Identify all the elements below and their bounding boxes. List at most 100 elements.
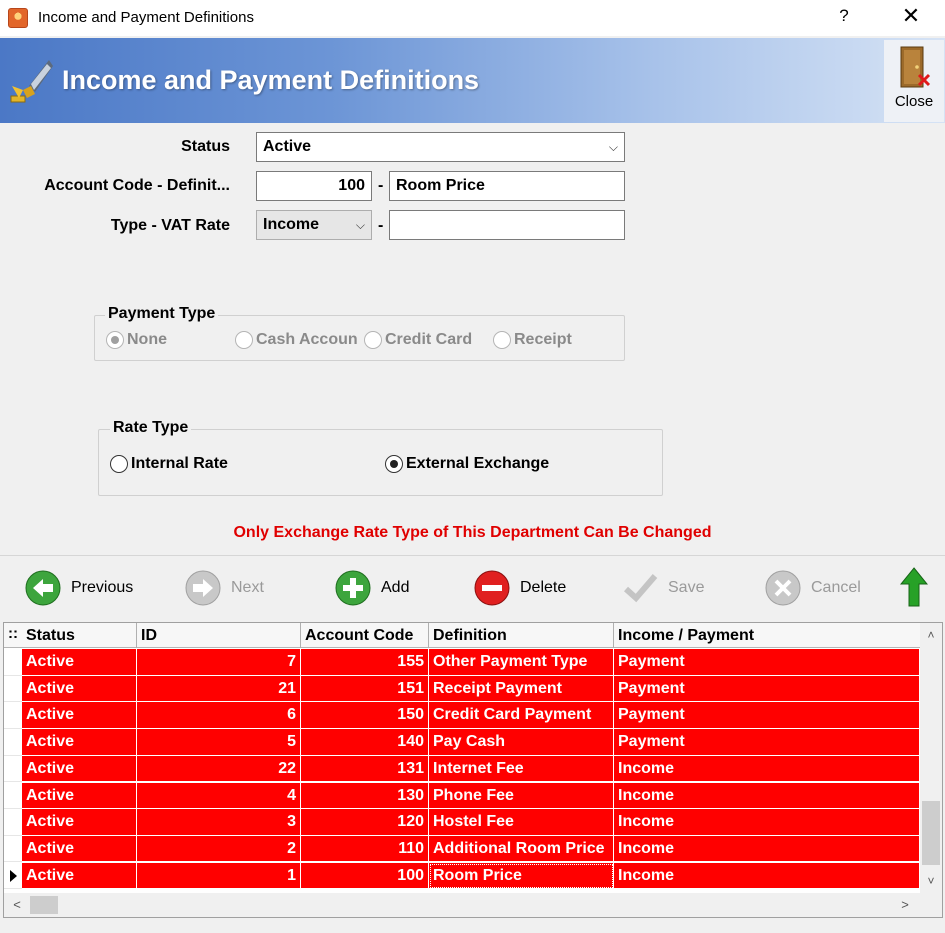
cell-id[interactable]: 22 <box>137 755 301 783</box>
payment-type-credit-card-radio[interactable]: Credit Card <box>364 331 472 349</box>
type-select[interactable]: Income ⌵ <box>256 210 372 240</box>
cell-id[interactable]: 21 <box>137 675 301 703</box>
column-header-status[interactable]: Status <box>22 623 137 648</box>
definition-input[interactable]: Room Price <box>389 171 625 201</box>
delete-button[interactable]: Delete <box>474 556 566 620</box>
next-button[interactable]: Next <box>185 556 264 620</box>
cell-account-code[interactable]: 155 <box>301 649 429 676</box>
cell-income-payment[interactable]: Income <box>614 835 920 863</box>
cell-income-payment[interactable]: Payment <box>614 675 920 703</box>
save-button[interactable]: Save <box>622 556 704 620</box>
table-row[interactable]: Active 7 155 Other Payment Type Payment <box>4 649 920 676</box>
column-header-definition[interactable]: Definition <box>429 623 614 648</box>
cell-income-payment[interactable]: Income <box>614 862 920 890</box>
table-row[interactable]: Active 21 151 Receipt Payment Payment <box>4 675 920 703</box>
cell-account-code[interactable]: 131 <box>301 755 429 783</box>
arrow-up-icon[interactable] <box>900 567 928 607</box>
cell-income-payment[interactable]: Income <box>614 809 920 836</box>
cell-id[interactable]: 5 <box>137 729 301 756</box>
cell-income-payment[interactable]: Income <box>614 755 920 783</box>
cell-id[interactable]: 7 <box>137 649 301 676</box>
cell-definition[interactable]: Other Payment Type <box>429 649 614 676</box>
cell-status[interactable]: Active <box>22 649 137 676</box>
cell-id[interactable]: 6 <box>137 702 301 729</box>
cell-status[interactable]: Active <box>22 809 137 836</box>
scroll-right-icon[interactable]: > <box>894 893 916 917</box>
cell-status[interactable]: Active <box>22 862 137 890</box>
door-exit-icon <box>900 46 931 88</box>
type-vat-label: Type - VAT Rate <box>110 217 230 234</box>
cell-account-code[interactable]: 100 <box>301 862 429 890</box>
row-indicator[interactable] <box>4 782 22 810</box>
row-indicator[interactable] <box>4 675 22 703</box>
cell-definition[interactable]: Phone Fee <box>429 782 614 810</box>
cell-definition[interactable]: Receipt Payment <box>429 675 614 703</box>
cell-id[interactable]: 3 <box>137 809 301 836</box>
table-row[interactable]: Active 22 131 Internet Fee Income <box>4 755 920 783</box>
column-header-account-code[interactable]: Account Code <box>301 623 429 648</box>
close-button[interactable]: Close <box>884 40 944 122</box>
previous-button[interactable]: Previous <box>25 556 133 620</box>
cell-income-payment[interactable]: Income <box>614 782 920 810</box>
cell-id[interactable]: 4 <box>137 782 301 810</box>
help-button[interactable]: ? <box>836 6 852 26</box>
table-row[interactable]: Active 6 150 Credit Card Payment Payment <box>4 702 920 729</box>
cell-definition[interactable]: Additional Room Price <box>429 835 614 863</box>
horizontal-scrollbar[interactable]: < > <box>4 893 942 917</box>
payment-type-cash-radio[interactable]: Cash Accoun <box>235 331 363 349</box>
cell-account-code[interactable]: 120 <box>301 809 429 836</box>
row-indicator[interactable] <box>4 862 22 890</box>
status-select[interactable]: Active ⌵ <box>256 132 625 162</box>
cancel-button[interactable]: Cancel <box>765 556 861 620</box>
cell-income-payment[interactable]: Payment <box>614 649 920 676</box>
vat-rate-input[interactable] <box>389 210 625 240</box>
cell-account-code[interactable]: 110 <box>301 835 429 863</box>
cell-definition[interactable]: Internet Fee <box>429 755 614 783</box>
cell-id[interactable]: 1 <box>137 862 301 890</box>
separator-dash: - <box>378 217 384 234</box>
add-button[interactable]: Add <box>335 556 409 620</box>
cell-income-payment[interactable]: Payment <box>614 702 920 729</box>
table-row[interactable]: Active 3 120 Hostel Fee Income <box>4 809 920 836</box>
cell-status[interactable]: Active <box>22 675 137 703</box>
cell-definition[interactable]: Credit Card Payment <box>429 702 614 729</box>
rate-type-external-radio[interactable]: External Exchange <box>385 455 549 473</box>
row-indicator[interactable] <box>4 835 22 863</box>
cell-account-code[interactable]: 130 <box>301 782 429 810</box>
account-code-input[interactable]: 100 <box>256 171 372 201</box>
row-indicator[interactable] <box>4 649 22 676</box>
horizontal-scroll-thumb[interactable] <box>30 896 58 914</box>
cell-status[interactable]: Active <box>22 702 137 729</box>
table-row[interactable]: Active 1 100 Room Price Income <box>4 862 920 890</box>
column-header-id[interactable]: ID <box>137 623 301 648</box>
cell-definition[interactable]: Hostel Fee <box>429 809 614 836</box>
cell-id[interactable]: 2 <box>137 835 301 863</box>
cell-account-code[interactable]: 140 <box>301 729 429 756</box>
cell-income-payment[interactable]: Payment <box>614 729 920 756</box>
row-indicator[interactable] <box>4 729 22 756</box>
table-row[interactable]: Active 5 140 Pay Cash Payment <box>4 729 920 756</box>
cell-definition[interactable]: Pay Cash <box>429 729 614 756</box>
payment-type-none-radio[interactable]: None <box>106 331 167 349</box>
row-indicator[interactable] <box>4 755 22 783</box>
cell-definition[interactable]: Room Price <box>429 862 614 890</box>
cell-status[interactable]: Active <box>22 729 137 756</box>
column-header-income-payment[interactable]: Income / Payment <box>614 623 920 648</box>
table-row[interactable]: Active 2 110 Additional Room Price Income <box>4 835 920 863</box>
payment-type-receipt-radio[interactable]: Receipt <box>493 331 572 349</box>
window-close-button[interactable]: ✕ <box>900 4 922 28</box>
scroll-up-icon[interactable]: ˄ <box>920 625 942 645</box>
scroll-down-icon[interactable]: ˅ <box>920 871 942 891</box>
row-indicator[interactable] <box>4 809 22 836</box>
rate-type-internal-radio[interactable]: Internal Rate <box>110 455 228 473</box>
cell-account-code[interactable]: 151 <box>301 675 429 703</box>
cell-account-code[interactable]: 150 <box>301 702 429 729</box>
scroll-left-icon[interactable]: < <box>6 893 28 917</box>
row-indicator[interactable] <box>4 702 22 729</box>
cell-status[interactable]: Active <box>22 755 137 783</box>
vertical-scroll-thumb[interactable] <box>922 801 940 865</box>
cell-status[interactable]: Active <box>22 835 137 863</box>
table-row[interactable]: Active 4 130 Phone Fee Income <box>4 782 920 810</box>
vertical-scrollbar[interactable]: ˄ ˅ <box>920 623 942 893</box>
cell-status[interactable]: Active <box>22 782 137 810</box>
